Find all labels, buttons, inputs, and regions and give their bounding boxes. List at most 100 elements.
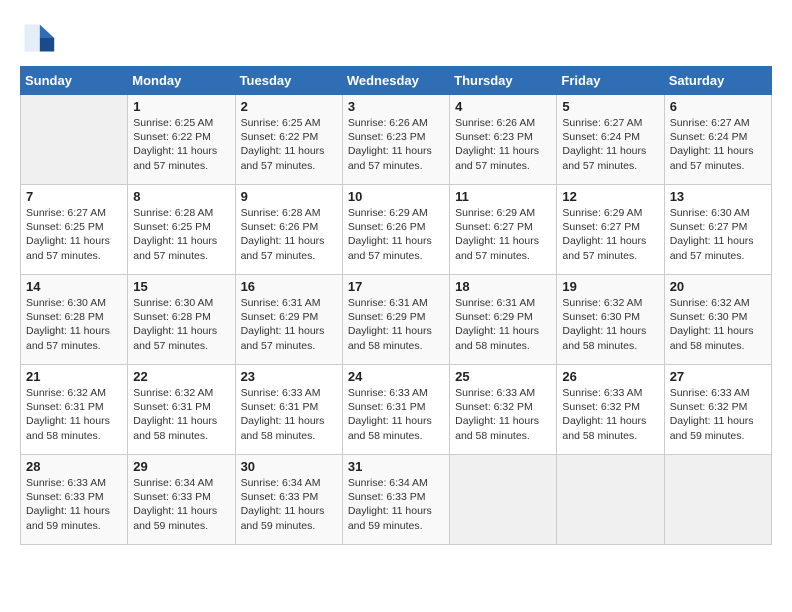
day-number: 6 <box>670 99 766 114</box>
day-info: Sunrise: 6:29 AMSunset: 6:27 PMDaylight:… <box>562 206 658 263</box>
calendar-cell: 13 Sunrise: 6:30 AMSunset: 6:27 PMDayligh… <box>664 185 771 275</box>
day-info: Sunrise: 6:25 AMSunset: 6:22 PMDaylight:… <box>241 116 337 173</box>
calendar-cell: 2 Sunrise: 6:25 AMSunset: 6:22 PMDaylight… <box>235 95 342 185</box>
day-info: Sunrise: 6:28 AMSunset: 6:25 PMDaylight:… <box>133 206 229 263</box>
day-info: Sunrise: 6:29 AMSunset: 6:27 PMDaylight:… <box>455 206 551 263</box>
day-number: 17 <box>348 279 444 294</box>
day-number: 21 <box>26 369 122 384</box>
day-info: Sunrise: 6:32 AMSunset: 6:30 PMDaylight:… <box>670 296 766 353</box>
week-row-4: 21 Sunrise: 6:32 AMSunset: 6:31 PMDayligh… <box>21 365 772 455</box>
day-info: Sunrise: 6:33 AMSunset: 6:32 PMDaylight:… <box>670 386 766 443</box>
day-info: Sunrise: 6:33 AMSunset: 6:32 PMDaylight:… <box>455 386 551 443</box>
weekday-header-thursday: Thursday <box>450 67 557 95</box>
day-info: Sunrise: 6:34 AMSunset: 6:33 PMDaylight:… <box>133 476 229 533</box>
day-number: 10 <box>348 189 444 204</box>
calendar-cell: 23 Sunrise: 6:33 AMSunset: 6:31 PMDayligh… <box>235 365 342 455</box>
calendar-cell: 30 Sunrise: 6:34 AMSunset: 6:33 PMDayligh… <box>235 455 342 545</box>
day-number: 3 <box>348 99 444 114</box>
calendar-cell: 12 Sunrise: 6:29 AMSunset: 6:27 PMDayligh… <box>557 185 664 275</box>
day-number: 13 <box>670 189 766 204</box>
calendar-cell: 9Sunrise: 6:28 AMSunset: 6:26 PMDaylight… <box>235 185 342 275</box>
calendar-cell: 8 Sunrise: 6:28 AMSunset: 6:25 PMDaylight… <box>128 185 235 275</box>
calendar-cell: 31 Sunrise: 6:34 AMSunset: 6:33 PMDayligh… <box>342 455 449 545</box>
day-number: 29 <box>133 459 229 474</box>
calendar-cell <box>450 455 557 545</box>
weekday-header-sunday: Sunday <box>21 67 128 95</box>
calendar-cell <box>664 455 771 545</box>
calendar-cell: 6 Sunrise: 6:27 AMSunset: 6:24 PMDaylight… <box>664 95 771 185</box>
calendar-cell: 7 Sunrise: 6:27 AMSunset: 6:25 PMDaylight… <box>21 185 128 275</box>
day-info: Sunrise: 6:30 AMSunset: 6:28 PMDaylight:… <box>26 296 122 353</box>
day-info: Sunrise: 6:25 AMSunset: 6:22 PMDaylight:… <box>133 116 229 173</box>
calendar-cell: 3 Sunrise: 6:26 AMSunset: 6:23 PMDaylight… <box>342 95 449 185</box>
calendar-cell: 18 Sunrise: 6:31 AMSunset: 6:29 PMDayligh… <box>450 275 557 365</box>
day-number: 19 <box>562 279 658 294</box>
day-info: Sunrise: 6:31 AMSunset: 6:29 PMDaylight:… <box>455 296 551 353</box>
day-info: Sunrise: 6:31 AMSunset: 6:29 PMDaylight:… <box>348 296 444 353</box>
calendar-cell <box>557 455 664 545</box>
day-number: 25 <box>455 369 551 384</box>
week-row-2: 7 Sunrise: 6:27 AMSunset: 6:25 PMDaylight… <box>21 185 772 275</box>
day-info: Sunrise: 6:26 AMSunset: 6:23 PMDaylight:… <box>348 116 444 173</box>
logo <box>20 20 60 56</box>
day-info: Sunrise: 6:31 AMSunset: 6:29 PMDaylight:… <box>241 296 337 353</box>
week-row-1: 1 Sunrise: 6:25 AMSunset: 6:22 PMDaylight… <box>21 95 772 185</box>
day-info: Sunrise: 6:30 AMSunset: 6:28 PMDaylight:… <box>133 296 229 353</box>
day-info: Sunrise: 6:26 AMSunset: 6:23 PMDaylight:… <box>455 116 551 173</box>
day-number: 30 <box>241 459 337 474</box>
day-number: 8 <box>133 189 229 204</box>
weekday-header-wednesday: Wednesday <box>342 67 449 95</box>
calendar-cell: 17 Sunrise: 6:31 AMSunset: 6:29 PMDayligh… <box>342 275 449 365</box>
day-number: 15 <box>133 279 229 294</box>
weekday-header-row: SundayMondayTuesdayWednesdayThursdayFrid… <box>21 67 772 95</box>
weekday-header-monday: Monday <box>128 67 235 95</box>
calendar-cell: 4Sunrise: 6:26 AMSunset: 6:23 PMDaylight… <box>450 95 557 185</box>
day-info: Sunrise: 6:33 AMSunset: 6:31 PMDaylight:… <box>348 386 444 443</box>
calendar-cell: 11 Sunrise: 6:29 AMSunset: 6:27 PMDayligh… <box>450 185 557 275</box>
day-info: Sunrise: 6:33 AMSunset: 6:32 PMDaylight:… <box>562 386 658 443</box>
calendar-cell: 24Sunrise: 6:33 AMSunset: 6:31 PMDayligh… <box>342 365 449 455</box>
calendar-cell: 27 Sunrise: 6:33 AMSunset: 6:32 PMDayligh… <box>664 365 771 455</box>
day-number: 31 <box>348 459 444 474</box>
weekday-header-tuesday: Tuesday <box>235 67 342 95</box>
day-number: 16 <box>241 279 337 294</box>
day-number: 22 <box>133 369 229 384</box>
day-info: Sunrise: 6:30 AMSunset: 6:27 PMDaylight:… <box>670 206 766 263</box>
calendar-cell: 20 Sunrise: 6:32 AMSunset: 6:30 PMDayligh… <box>664 275 771 365</box>
logo-icon <box>20 20 56 56</box>
calendar-cell: 25 Sunrise: 6:33 AMSunset: 6:32 PMDayligh… <box>450 365 557 455</box>
day-number: 18 <box>455 279 551 294</box>
calendar-cell: 10 Sunrise: 6:29 AMSunset: 6:26 PMDayligh… <box>342 185 449 275</box>
day-info: Sunrise: 6:27 AMSunset: 6:24 PMDaylight:… <box>562 116 658 173</box>
day-info: Sunrise: 6:32 AMSunset: 6:31 PMDaylight:… <box>26 386 122 443</box>
day-number: 1 <box>133 99 229 114</box>
day-info: Sunrise: 6:34 AMSunset: 6:33 PMDaylight:… <box>348 476 444 533</box>
day-number: 2 <box>241 99 337 114</box>
week-row-5: 28Sunrise: 6:33 AMSunset: 6:33 PMDayligh… <box>21 455 772 545</box>
day-number: 27 <box>670 369 766 384</box>
day-info: Sunrise: 6:33 AMSunset: 6:31 PMDaylight:… <box>241 386 337 443</box>
week-row-3: 14 Sunrise: 6:30 AMSunset: 6:28 PMDayligh… <box>21 275 772 365</box>
day-number: 5 <box>562 99 658 114</box>
day-info: Sunrise: 6:34 AMSunset: 6:33 PMDaylight:… <box>241 476 337 533</box>
day-number: 26 <box>562 369 658 384</box>
day-number: 23 <box>241 369 337 384</box>
day-info: Sunrise: 6:33 AMSunset: 6:33 PMDaylight:… <box>26 476 122 533</box>
day-number: 20 <box>670 279 766 294</box>
day-info: Sunrise: 6:27 AMSunset: 6:25 PMDaylight:… <box>26 206 122 263</box>
calendar-cell: 14 Sunrise: 6:30 AMSunset: 6:28 PMDayligh… <box>21 275 128 365</box>
day-number: 11 <box>455 189 551 204</box>
day-info: Sunrise: 6:32 AMSunset: 6:31 PMDaylight:… <box>133 386 229 443</box>
day-info: Sunrise: 6:27 AMSunset: 6:24 PMDaylight:… <box>670 116 766 173</box>
calendar-cell: 22 Sunrise: 6:32 AMSunset: 6:31 PMDayligh… <box>128 365 235 455</box>
day-info: Sunrise: 6:32 AMSunset: 6:30 PMDaylight:… <box>562 296 658 353</box>
day-info: Sunrise: 6:29 AMSunset: 6:26 PMDaylight:… <box>348 206 444 263</box>
calendar-cell: 5 Sunrise: 6:27 AMSunset: 6:24 PMDaylight… <box>557 95 664 185</box>
calendar-cell: 21 Sunrise: 6:32 AMSunset: 6:31 PMDayligh… <box>21 365 128 455</box>
day-number: 14 <box>26 279 122 294</box>
calendar-cell: 19 Sunrise: 6:32 AMSunset: 6:30 PMDayligh… <box>557 275 664 365</box>
day-number: 12 <box>562 189 658 204</box>
page-header <box>20 20 772 56</box>
day-number: 7 <box>26 189 122 204</box>
calendar-table: SundayMondayTuesdayWednesdayThursdayFrid… <box>20 66 772 545</box>
